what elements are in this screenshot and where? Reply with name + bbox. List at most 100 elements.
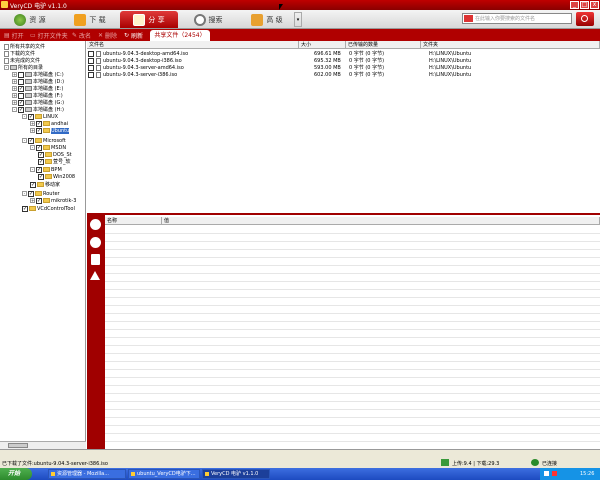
col-header-transferred[interactable]: 已传输的数量 bbox=[346, 41, 421, 49]
expand-icon[interactable]: + bbox=[12, 79, 17, 84]
info-icon[interactable] bbox=[90, 219, 101, 230]
minimize-button[interactable]: _ bbox=[570, 1, 579, 9]
col-header-filename[interactable]: 文件名 bbox=[87, 41, 299, 49]
toolbar-download-button[interactable]: 下 载 bbox=[66, 11, 114, 28]
collapse-icon[interactable]: - bbox=[4, 65, 9, 70]
row-checkbox[interactable] bbox=[88, 72, 94, 78]
scrollbar-thumb[interactable] bbox=[8, 443, 28, 448]
tray-app-icon[interactable] bbox=[552, 471, 557, 476]
tree-item[interactable]: ✓ Win2008 bbox=[38, 173, 75, 180]
tree-item[interactable]: - 所有的目录 bbox=[4, 64, 43, 71]
toolbar-share-button[interactable]: 分 享 bbox=[120, 11, 178, 28]
tree-item[interactable]: + 本地磁盘 (D:) bbox=[12, 78, 64, 85]
maximize-button[interactable]: □ bbox=[580, 1, 589, 9]
share-checkbox[interactable]: ✓ bbox=[36, 144, 42, 151]
share-checkbox[interactable]: ✓ bbox=[28, 190, 34, 197]
col-header-name[interactable]: 名称 bbox=[105, 217, 162, 225]
tree-item[interactable]: + ✓ Ubuntu bbox=[30, 127, 70, 134]
share-checkbox[interactable] bbox=[18, 78, 24, 85]
taskbar-item-browser[interactable]: ubuntu_VeryCD电驴下... bbox=[128, 469, 200, 479]
tree-item[interactable]: + ✓ mikrotik-3 bbox=[30, 197, 76, 204]
toolbar-search-button[interactable]: 搜索 bbox=[184, 11, 232, 28]
comment-icon[interactable] bbox=[90, 237, 101, 248]
tree-item[interactable]: + ✓ andhai bbox=[30, 120, 68, 127]
share-checkbox[interactable]: ✓ bbox=[18, 99, 24, 106]
share-checkbox[interactable]: ✓ bbox=[22, 205, 28, 212]
col-header-size[interactable]: 大小 bbox=[299, 41, 346, 49]
toolbar-resources-button[interactable]: 资 源 bbox=[6, 11, 54, 28]
share-checkbox[interactable]: ✓ bbox=[28, 113, 34, 120]
tree-item[interactable]: - ✓ LINUX bbox=[22, 113, 58, 120]
collapse-icon[interactable]: - bbox=[12, 107, 17, 112]
file-folder: H:\LINUX\Ubuntu bbox=[429, 72, 472, 78]
share-checkbox[interactable] bbox=[18, 71, 24, 78]
taskbar-item-verycd[interactable]: VeryCD 电驴 v1.1.0 bbox=[202, 469, 270, 479]
share-checkbox[interactable]: ✓ bbox=[18, 85, 24, 92]
tree-item[interactable]: ✓ 萱号_软 bbox=[38, 158, 71, 165]
tree-horizontal-scrollbar[interactable] bbox=[0, 441, 86, 449]
open-button[interactable]: ▤ 打开 bbox=[4, 31, 24, 40]
toolbar-download-label: 下 载 bbox=[89, 15, 106, 24]
tree-item[interactable]: 所有共享的文件 bbox=[4, 43, 45, 50]
tab-shared-files[interactable]: 共享文件（2454） bbox=[150, 30, 210, 41]
tree-item-label: 所有共享的文件 bbox=[10, 44, 46, 50]
tree-item[interactable]: - ✓ Router bbox=[22, 190, 60, 197]
col-header-value[interactable]: 值 bbox=[162, 217, 600, 225]
folder-icon bbox=[37, 182, 44, 187]
tree-item[interactable]: + ✓ 本地磁盘 (E:) bbox=[12, 85, 63, 92]
share-checkbox[interactable]: ✓ bbox=[18, 106, 24, 113]
tree-item[interactable]: ✓ VCdControlTool bbox=[22, 205, 75, 212]
close-button[interactable]: x bbox=[590, 1, 599, 9]
share-checkbox[interactable]: ✓ bbox=[28, 137, 34, 144]
toolbar-advanced-button[interactable]: 高 级 bbox=[240, 11, 294, 28]
share-checkbox[interactable]: ✓ bbox=[36, 166, 42, 173]
tree-item[interactable]: + 本地磁盘 (C:) bbox=[12, 71, 64, 78]
collapse-icon[interactable]: - bbox=[22, 114, 27, 119]
share-checkbox[interactable] bbox=[18, 92, 24, 99]
expand-icon[interactable]: + bbox=[12, 86, 17, 91]
tray-network-icon[interactable] bbox=[544, 471, 549, 476]
taskbar-item-explorer[interactable]: 资源管理器 - Mozilla... bbox=[48, 469, 126, 479]
refresh-button[interactable]: ↻ 刷新 bbox=[124, 31, 143, 40]
drive-icon bbox=[25, 100, 32, 105]
start-button[interactable]: 开始 bbox=[0, 468, 32, 480]
share-checkbox[interactable]: ✓ bbox=[38, 173, 44, 180]
share-checkbox[interactable]: ✓ bbox=[36, 127, 42, 134]
document-icon[interactable] bbox=[91, 254, 100, 265]
table-row[interactable]: ubuntu-9.04.3-server-i386.iso 602.00 MB 0 … bbox=[87, 71, 600, 79]
tree-item[interactable]: - ✓ Microsoft bbox=[22, 137, 66, 144]
tree-item[interactable]: - ✓ 本地磁盘 (H:) bbox=[12, 106, 64, 113]
mouse-cursor bbox=[279, 4, 283, 10]
delete-button[interactable]: ✕ 删除 bbox=[98, 31, 117, 40]
tree-item[interactable]: - ✓ BPM bbox=[30, 166, 62, 173]
share-checkbox[interactable]: ✓ bbox=[36, 120, 42, 127]
upload-arrow-icon[interactable] bbox=[90, 271, 100, 280]
tree-item[interactable]: - ✓ MSDN bbox=[30, 144, 66, 151]
expand-icon[interactable]: + bbox=[30, 198, 35, 203]
expand-icon[interactable]: + bbox=[12, 93, 17, 98]
tree-item[interactable]: ✓ DOS_St bbox=[38, 151, 72, 158]
expand-icon[interactable]: + bbox=[12, 100, 17, 105]
share-checkbox[interactable]: ✓ bbox=[30, 181, 36, 188]
expand-icon[interactable]: + bbox=[30, 128, 35, 133]
toolbar-more-button[interactable]: ▾ bbox=[294, 12, 302, 27]
tree-item[interactable]: ✓ 移动家 bbox=[30, 181, 60, 188]
tree-item[interactable]: 下载的文件 bbox=[4, 50, 35, 57]
expand-icon[interactable]: + bbox=[12, 72, 17, 77]
collapse-icon[interactable]: - bbox=[30, 145, 35, 150]
search-go-button[interactable] bbox=[576, 12, 594, 26]
tree-item[interactable]: 未完成的文件 bbox=[4, 57, 40, 64]
share-checkbox[interactable]: ✓ bbox=[38, 151, 44, 158]
share-checkbox[interactable]: ✓ bbox=[38, 158, 44, 165]
search-input[interactable]: 在此输入你要搜索的文件名 bbox=[462, 13, 572, 24]
tree-item[interactable]: + 本地磁盘 (F:) bbox=[12, 92, 63, 99]
collapse-icon[interactable]: - bbox=[30, 167, 35, 172]
rename-button[interactable]: ✎ 改名 bbox=[72, 31, 91, 40]
open-folder-button[interactable]: ▭ 打开文件夹 bbox=[30, 31, 68, 40]
col-header-folder[interactable]: 文件夹 bbox=[421, 41, 600, 49]
tree-item[interactable]: + ✓ 本地磁盘 (G:) bbox=[12, 99, 64, 106]
expand-icon[interactable]: + bbox=[30, 121, 35, 126]
collapse-icon[interactable]: - bbox=[22, 138, 27, 143]
share-checkbox[interactable]: ✓ bbox=[36, 197, 42, 204]
collapse-icon[interactable]: - bbox=[22, 191, 27, 196]
